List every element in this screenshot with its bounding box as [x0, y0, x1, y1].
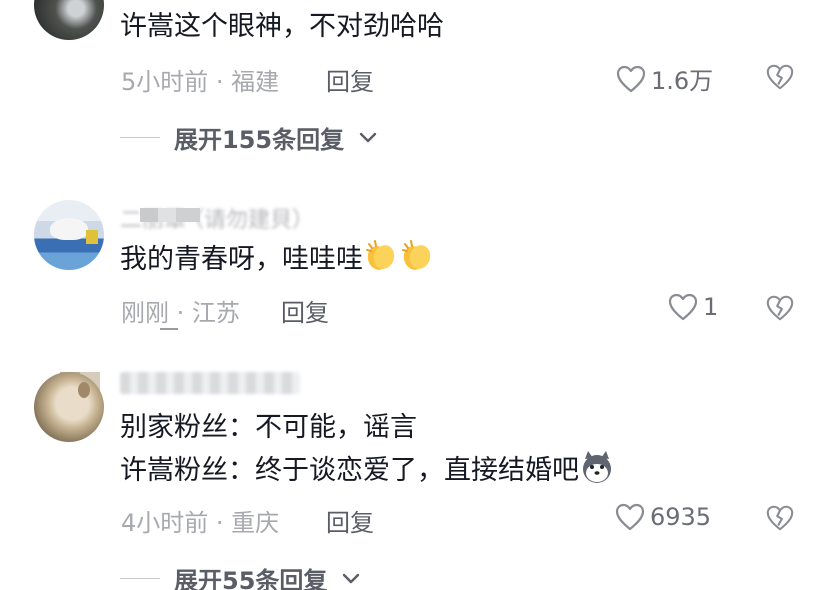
expand-replies-button[interactable]: 展开55条回复 — [120, 561, 361, 590]
like-count: 1.6万 — [651, 67, 714, 95]
reply-button[interactable]: 回复 — [326, 62, 374, 97]
comment-text: 我的青春呀，哇哇哇 — [120, 238, 435, 278]
pixelated-username-block — [140, 208, 200, 222]
chevron-down-icon — [359, 132, 377, 142]
reply-button[interactable]: 回复 — [281, 293, 329, 328]
clapping-hands-emoji — [366, 240, 395, 270]
avatar[interactable] — [34, 372, 104, 442]
comment-text: 许嵩这个眼神，不对劲哈哈 — [120, 11, 444, 42]
heart-outline-icon — [616, 65, 646, 92]
comment-meta: 5小时前 · 福建 — [121, 68, 280, 96]
divider-line — [120, 136, 160, 139]
like-count: 6935 — [650, 503, 712, 531]
comment-text-line-1: 别家粉丝：不可能，谣言 — [120, 412, 417, 443]
avatar[interactable] — [34, 200, 104, 270]
clapping-hands-emoji — [402, 240, 431, 270]
avatar-ear — [78, 382, 90, 398]
expand-replies-label: 展开155条回复 — [174, 126, 345, 154]
comment-meta: 4小时前 · 重庆 — [121, 509, 280, 537]
avatar-swan-shape — [50, 218, 88, 240]
chevron-down-icon — [343, 573, 360, 583]
broken-heart-icon[interactable] — [765, 503, 795, 533]
comment-text-content: 许嵩粉丝：终于谈恋爱了，直接结婚吧 — [120, 455, 579, 486]
cursor-mark — [160, 328, 178, 330]
comment-text-content: 我的青春呀，哇哇哇 — [120, 244, 363, 275]
broken-heart-icon[interactable] — [765, 62, 795, 92]
avatar-detail — [86, 230, 98, 244]
avatar[interactable] — [34, 0, 104, 40]
comment-meta: 刚刚 · 江苏 — [121, 299, 240, 327]
expand-replies-button[interactable]: 展开155条回复 — [120, 120, 378, 155]
like-count: 1 — [703, 293, 719, 321]
reply-button[interactable]: 回复 — [326, 503, 374, 538]
heart-outline-icon — [615, 503, 645, 531]
heart-outline-icon — [668, 293, 698, 321]
like-button[interactable]: 6935 — [614, 502, 711, 532]
divider-line — [120, 577, 160, 580]
husky-dog-emoji — [583, 451, 611, 483]
comment-text-line-2: 许嵩粉丝：终于谈恋爱了，直接结婚吧 — [120, 449, 615, 489]
like-button[interactable]: 1.6万 — [615, 61, 713, 96]
username-blurred[interactable] — [120, 372, 300, 394]
expand-replies-label: 展开55条回复 — [174, 567, 328, 590]
like-button[interactable]: 1 — [667, 292, 718, 322]
broken-heart-icon[interactable] — [765, 293, 795, 323]
